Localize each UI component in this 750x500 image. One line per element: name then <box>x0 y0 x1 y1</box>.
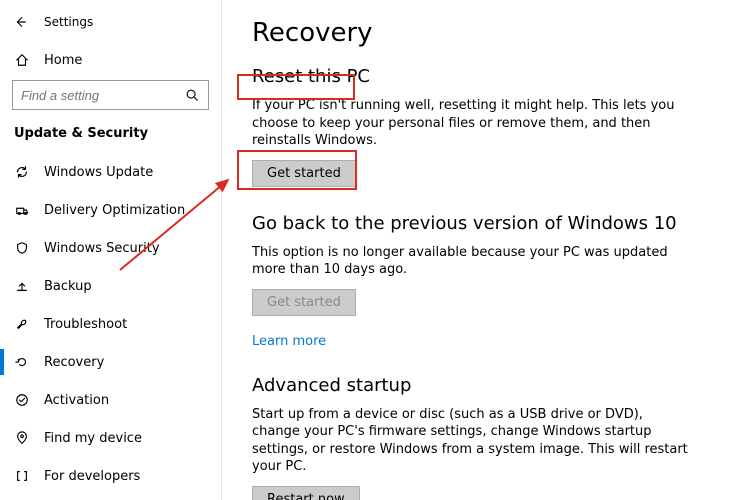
goback-get-started-button: Get started <box>252 289 356 316</box>
sidebar-item-backup[interactable]: Backup <box>0 267 221 305</box>
sidebar-item-label: Windows Update <box>44 165 153 180</box>
sidebar-item-windows-security[interactable]: Windows Security <box>0 229 221 267</box>
sidebar-item-windows-update[interactable]: Windows Update <box>0 153 221 191</box>
sidebar: Settings Home Update & Security Windows … <box>0 0 222 500</box>
sidebar-item-for-developers[interactable]: For developers <box>0 457 221 495</box>
wrench-icon <box>14 316 30 332</box>
sidebar-item-troubleshoot[interactable]: Troubleshoot <box>0 305 221 343</box>
sidebar-item-delivery-optimization[interactable]: Delivery Optimization <box>0 191 221 229</box>
sidebar-nav: Windows Update Delivery Optimization Win… <box>0 153 221 500</box>
sidebar-item-label: Delivery Optimization <box>44 203 185 218</box>
main-content: Recovery Reset this PC If your PC isn't … <box>222 0 750 500</box>
advanced-heading: Advanced startup <box>252 375 720 396</box>
sidebar-item-label: Troubleshoot <box>44 317 127 332</box>
reset-get-started-button[interactable]: Get started <box>252 160 356 187</box>
backup-icon <box>14 278 30 294</box>
home-label: Home <box>44 53 82 68</box>
recovery-icon <box>14 354 30 370</box>
section-go-back: Go back to the previous version of Windo… <box>252 213 720 349</box>
check-circle-icon <box>14 392 30 408</box>
sync-icon <box>14 164 30 180</box>
search-icon <box>184 87 200 103</box>
goback-body: This option is no longer available becau… <box>252 244 692 279</box>
delivery-icon <box>14 202 30 218</box>
sidebar-item-label: Backup <box>44 279 92 294</box>
sidebar-item-label: For developers <box>44 469 140 484</box>
back-icon[interactable] <box>12 14 28 30</box>
sidebar-header: Settings <box>0 8 221 36</box>
reset-body: If your PC isn't running well, resetting… <box>252 97 692 150</box>
sidebar-item-home[interactable]: Home <box>0 44 221 76</box>
search-input[interactable] <box>21 88 164 103</box>
learn-more-link[interactable]: Learn more <box>252 334 326 349</box>
page-title: Recovery <box>252 18 720 48</box>
section-reset-pc: Reset this PC If your PC isn't running w… <box>252 66 720 187</box>
sidebar-item-label: Recovery <box>44 355 104 370</box>
category-label: Update & Security <box>0 120 221 153</box>
sidebar-item-label: Activation <box>44 393 109 408</box>
goback-heading: Go back to the previous version of Windo… <box>252 213 720 234</box>
section-advanced-startup: Advanced startup Start up from a device … <box>252 375 720 500</box>
brackets-icon <box>14 468 30 484</box>
sidebar-item-label: Find my device <box>44 431 142 446</box>
restart-now-button[interactable]: Restart now <box>252 486 360 500</box>
shield-icon <box>14 240 30 256</box>
home-icon <box>14 52 30 68</box>
sidebar-item-find-my-device[interactable]: Find my device <box>0 419 221 457</box>
sidebar-item-recovery[interactable]: Recovery <box>0 343 221 381</box>
search-box[interactable] <box>12 80 209 110</box>
advanced-body: Start up from a device or disc (such as … <box>252 406 692 476</box>
sidebar-item-label: Windows Security <box>44 241 160 256</box>
sidebar-item-activation[interactable]: Activation <box>0 381 221 419</box>
app-title: Settings <box>44 15 93 29</box>
location-icon <box>14 430 30 446</box>
reset-heading: Reset this PC <box>252 66 720 87</box>
sidebar-item-windows-insider-program[interactable]: Windows Insider Program <box>0 495 221 500</box>
